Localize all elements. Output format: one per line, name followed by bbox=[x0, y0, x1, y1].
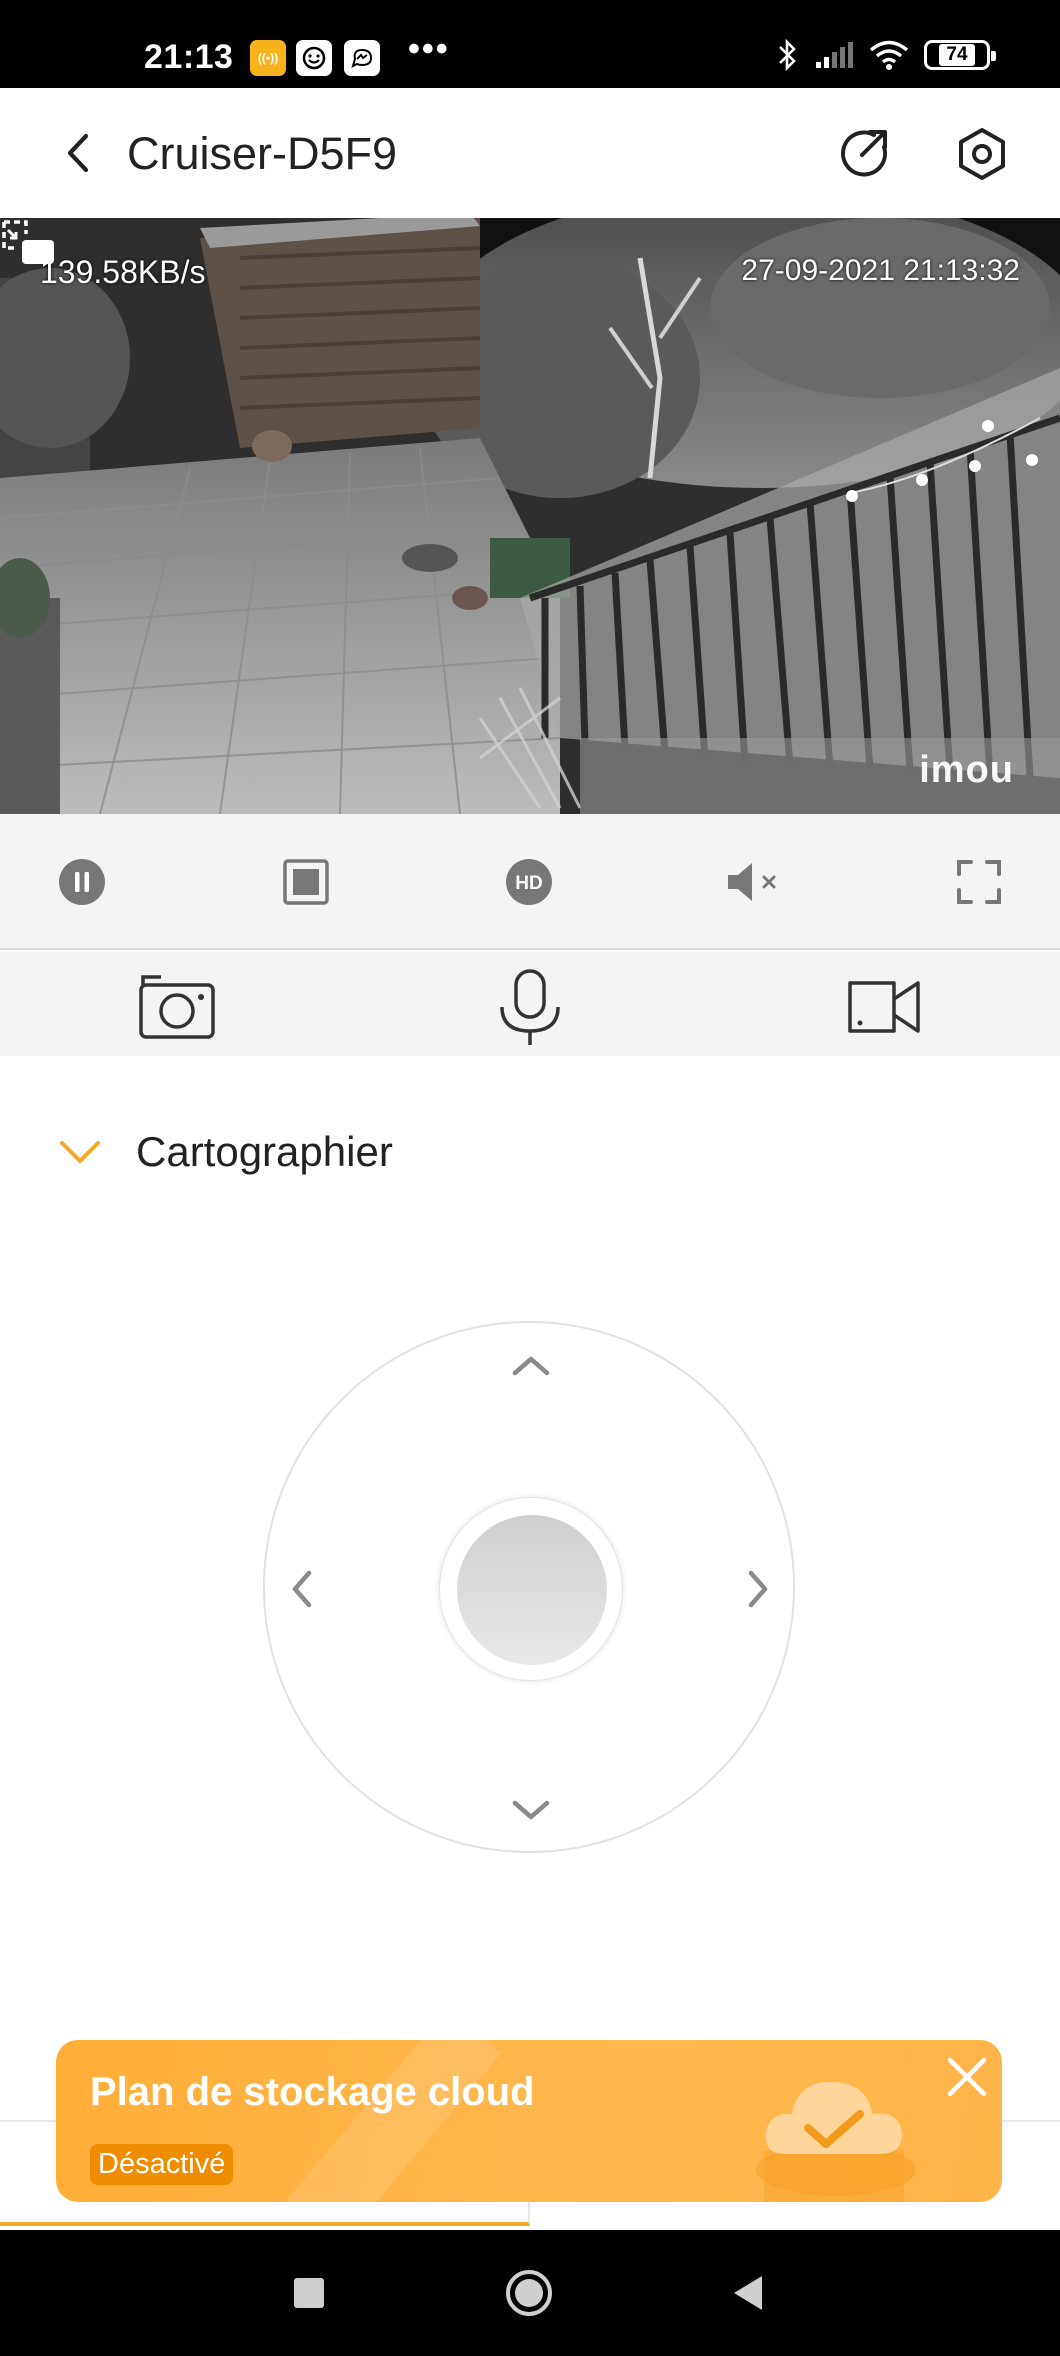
smiley-icon bbox=[296, 40, 332, 76]
video-timestamp: 27-09-2021 21:13:32 bbox=[741, 254, 1020, 287]
settings-icon[interactable] bbox=[954, 126, 1010, 182]
back-nav-icon[interactable] bbox=[724, 2268, 774, 2318]
joystick-handle-ring bbox=[439, 1497, 623, 1681]
system-nav-bar bbox=[0, 2230, 1060, 2356]
status-indicators: 74 bbox=[776, 38, 996, 72]
cloud-check-icon bbox=[756, 2081, 916, 2202]
battery-icon: 74 bbox=[924, 40, 996, 70]
joystick-handle[interactable] bbox=[457, 1515, 607, 1665]
pause-icon[interactable] bbox=[58, 858, 106, 906]
fullscreen-icon[interactable] bbox=[955, 858, 1003, 906]
hotspot-icon: ((•)) bbox=[250, 40, 286, 76]
status-bar: 21:13 ((•)) ••• 74 bbox=[0, 0, 1060, 88]
more-notifications-icon: ••• bbox=[408, 30, 450, 68]
signal-icon bbox=[816, 42, 853, 68]
banner-decoration bbox=[280, 2040, 502, 2202]
stop-icon[interactable] bbox=[282, 858, 330, 906]
arrow-right-icon[interactable] bbox=[737, 1567, 781, 1611]
mute-icon[interactable] bbox=[724, 858, 788, 906]
camera-scene bbox=[0, 218, 1060, 814]
home-icon[interactable] bbox=[504, 2268, 554, 2318]
chevron-down-icon[interactable] bbox=[58, 1137, 102, 1169]
app-header: Cruiser-D5F9 bbox=[0, 88, 1060, 218]
status-badge: Désactivé bbox=[90, 2144, 234, 2185]
cloud-storage-banner[interactable]: Plan de stockage cloud Désactivé bbox=[56, 2040, 1002, 2202]
back-arrow-icon[interactable] bbox=[56, 128, 104, 178]
messenger-icon bbox=[344, 40, 380, 76]
recents-icon[interactable] bbox=[284, 2268, 334, 2318]
banner-title: Plan de stockage cloud bbox=[90, 2070, 535, 2114]
multiview-icon[interactable] bbox=[0, 218, 58, 268]
snapshot-icon[interactable] bbox=[137, 967, 217, 1047]
arrow-down-icon[interactable] bbox=[509, 1789, 553, 1833]
record-icon[interactable] bbox=[844, 967, 924, 1047]
cartographier-toggle[interactable]: Cartographier bbox=[136, 1128, 393, 1176]
bluetooth-icon bbox=[779, 38, 796, 72]
close-icon[interactable] bbox=[944, 2054, 990, 2100]
wifi-icon bbox=[869, 40, 909, 70]
ptz-joystick[interactable] bbox=[263, 1321, 795, 1853]
hd-icon[interactable]: HD bbox=[505, 858, 553, 906]
svg-text:HD: HD bbox=[515, 873, 542, 894]
bitrate-label: 139.58KB/s bbox=[40, 254, 206, 290]
app-screen: 21:13 ((•)) ••• 74 Cruiser-D5F9 139.58KB… bbox=[0, 0, 1060, 2356]
share-icon[interactable] bbox=[836, 123, 894, 181]
arrow-up-icon[interactable] bbox=[509, 1343, 553, 1387]
page-title: Cruiser-D5F9 bbox=[127, 128, 398, 179]
brand-watermark: imou bbox=[919, 749, 1014, 791]
status-time: 21:13 bbox=[144, 38, 234, 76]
arrow-left-icon[interactable] bbox=[279, 1567, 323, 1611]
microphone-icon[interactable] bbox=[490, 967, 570, 1047]
playback-controls: HD bbox=[0, 814, 1060, 950]
live-video-feed[interactable]: 139.58KB/s 27-09-2021 21:13:32 imou bbox=[0, 218, 1060, 814]
action-bar bbox=[0, 952, 1060, 1056]
battery-level: 74 bbox=[939, 44, 975, 66]
